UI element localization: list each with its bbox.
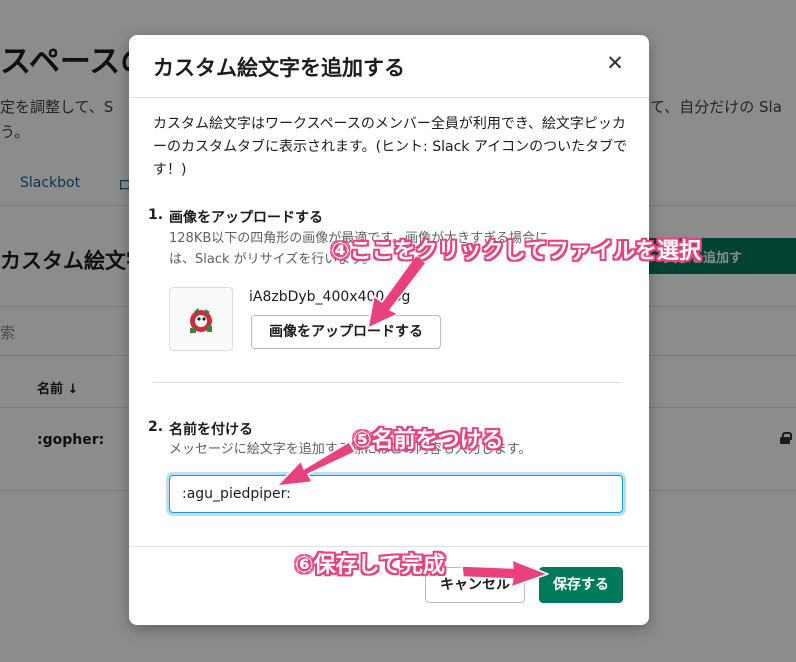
- save-button[interactable]: 保存する: [539, 567, 623, 603]
- modal-header-divider: [129, 97, 649, 98]
- modal-intro-text: カスタム絵文字はワークスペースのメンバー全員が利用でき、絵文字ピッカーのカスタム…: [153, 116, 628, 178]
- annotation-step4: ④ここをクリックしてファイルを選択: [331, 239, 701, 264]
- add-custom-emoji-modal: カスタム絵文字を追加する ✕ カスタム絵文字はワークスペースのメンバー全員が利用…: [129, 35, 649, 625]
- step1-number: 1.: [148, 207, 164, 223]
- annotation-step6: ⑥保存して完成: [295, 553, 445, 578]
- emoji-preview: [169, 287, 233, 351]
- upload-image-button[interactable]: 画像をアップロードする: [251, 315, 441, 349]
- close-icon[interactable]: ✕: [601, 49, 629, 77]
- piedpiper-image-icon: [190, 308, 212, 333]
- file-name: iA8zbDyb_400x400.jpg: [249, 289, 411, 305]
- step1-title: 画像をアップロードする: [169, 210, 323, 226]
- emoji-name-input[interactable]: [169, 475, 623, 513]
- step2-number: 2.: [148, 419, 164, 435]
- step2-title: 名前を付ける: [169, 422, 253, 438]
- step-divider: [153, 382, 621, 383]
- annotation-step5: ⑤名前をつける: [353, 428, 504, 453]
- modal-title: カスタム絵文字を追加する: [153, 56, 405, 80]
